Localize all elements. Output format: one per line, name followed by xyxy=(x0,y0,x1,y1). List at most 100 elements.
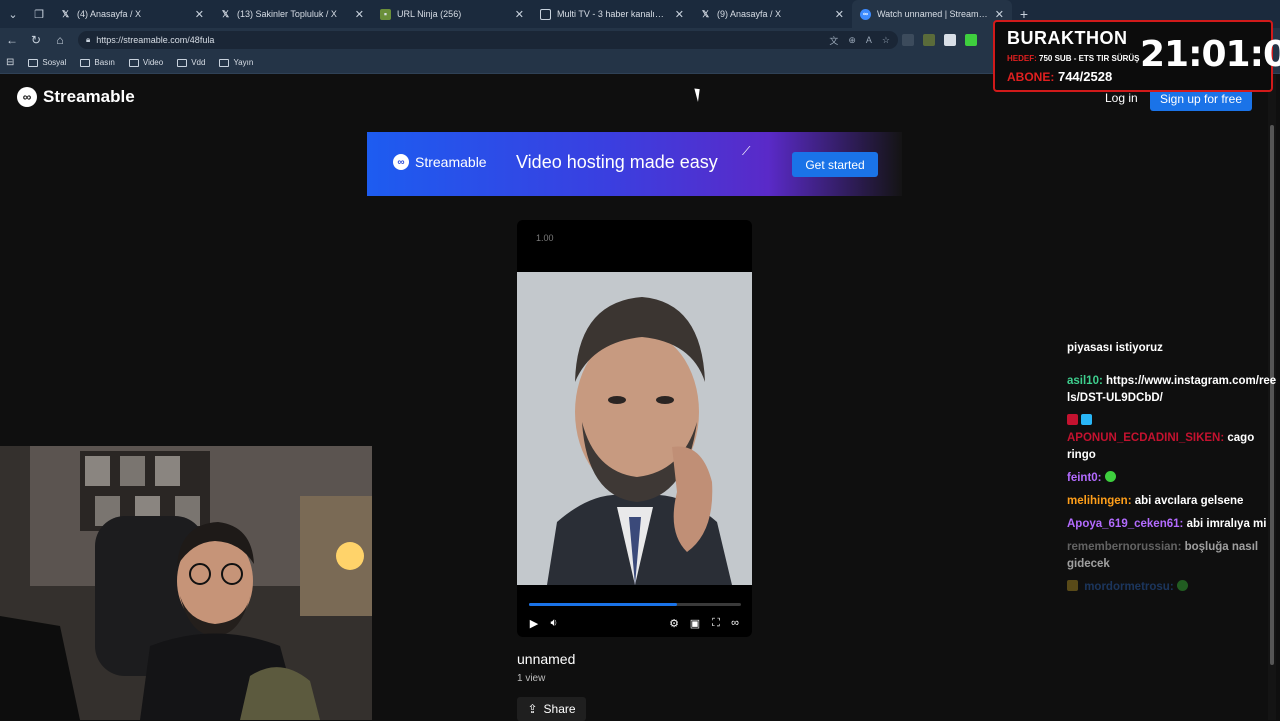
share-icon: ⇪ xyxy=(527,702,538,716)
play-icon[interactable]: ▶ xyxy=(527,616,541,630)
bookmark-folder[interactable]: Video xyxy=(128,58,163,67)
extension-icon[interactable] xyxy=(944,34,956,46)
streamable-logo-icon[interactable]: ∞ xyxy=(728,616,742,630)
webcam-feed xyxy=(0,446,372,720)
overlay-subs: ABONE: 744/2528 xyxy=(1007,69,1113,84)
folder-icon xyxy=(80,58,91,67)
video-title: unnamed xyxy=(517,651,576,667)
url-text: https://streamable.com/48fula xyxy=(96,35,215,45)
close-tab-icon[interactable]: ✕ xyxy=(835,8,844,21)
workspaces-icon[interactable]: ❐ xyxy=(26,0,52,28)
extensions-area xyxy=(902,34,977,46)
url-ninja-icon: ▪ xyxy=(380,8,391,20)
tab-list-chevron-icon[interactable]: ⌄ xyxy=(0,0,26,28)
back-icon[interactable]: ← xyxy=(0,28,24,52)
video-progress-bar[interactable] xyxy=(529,603,741,606)
extension-icon[interactable] xyxy=(902,34,914,46)
video-view-count: 1 view xyxy=(517,673,546,684)
emote-icon xyxy=(1104,471,1116,482)
multi-tv-icon xyxy=(540,8,551,20)
chat-message: feint0: xyxy=(1067,470,1277,487)
streamable-logo-icon: ∞ xyxy=(393,154,409,170)
volume-icon[interactable]: 🔉︎ xyxy=(547,616,561,630)
streamer-webcam xyxy=(0,446,372,720)
bookmark-folder[interactable]: Basın xyxy=(80,58,115,67)
reload-icon[interactable]: ↻ xyxy=(24,28,48,52)
sparkle-icon: ⟋ xyxy=(742,144,751,158)
streamable-logo[interactable]: ∞ Streamable xyxy=(17,87,135,107)
chat-text: abi imralıya mi xyxy=(1186,518,1267,530)
browser-tab[interactable]: ▪ URL Ninja (256) ✕ xyxy=(372,0,532,28)
emote-icon xyxy=(1176,580,1188,591)
chat-text: abi avcılara gelsene xyxy=(1134,495,1244,507)
subathon-overlay: BURAKTHON HEDEF: 750 SUB - ETS TIR SÜRÜŞ… xyxy=(993,20,1280,92)
playback-speed[interactable]: 1.00 xyxy=(536,233,554,243)
close-tab-icon[interactable]: ✕ xyxy=(675,8,684,21)
close-tab-icon[interactable]: ✕ xyxy=(995,8,1004,21)
streamable-icon: ∞ xyxy=(860,8,871,20)
settings-gear-icon[interactable]: ⚙ xyxy=(667,616,681,630)
favorite-star-icon[interactable]: ☆ xyxy=(882,35,890,46)
video-thumbnail xyxy=(517,272,752,585)
streamable-logo-icon: ∞ xyxy=(17,87,37,107)
overlay-title: BURAKTHON xyxy=(1007,28,1128,48)
video-progress-fill xyxy=(529,603,678,606)
chat-username: melihingen: xyxy=(1067,495,1132,507)
video-frame[interactable] xyxy=(517,272,752,585)
chat-message: asil10: https://www.instagram.com/reels/… xyxy=(1067,373,1277,407)
bookmark-folder[interactable]: Sosyal xyxy=(28,58,66,67)
chat-username: feint0: xyxy=(1067,472,1102,484)
home-icon[interactable]: ⌂ xyxy=(48,28,72,52)
close-tab-icon[interactable]: ✕ xyxy=(355,8,364,21)
bookmark-folder[interactable]: Yayın xyxy=(219,58,253,67)
chat-message: mordormetrosu: xyxy=(1067,579,1277,596)
stream-chat: piyasası istiyoruz asil10: https://www.i… xyxy=(1067,340,1277,602)
picture-in-picture-icon[interactable]: ▣ xyxy=(688,616,702,630)
fullscreen-icon[interactable]: ⛶ xyxy=(709,616,723,630)
close-tab-icon[interactable]: ✕ xyxy=(515,8,524,21)
chat-username: APONUN_ECDADINI_SIKEN: xyxy=(1067,432,1225,444)
browser-tab[interactable]: 𝕏 (9) Anasayfa / X ✕ xyxy=(692,0,852,28)
x-logo-icon: 𝕏 xyxy=(61,8,70,19)
lock-icon: 🔒︎ xyxy=(86,35,91,44)
overlay-timer: 21:01:01 xyxy=(1140,34,1280,75)
chat-message: melihingen: abi avcılara gelsene xyxy=(1067,493,1277,510)
translate-icon[interactable]: 文 xyxy=(829,34,838,47)
extension-icon[interactable] xyxy=(923,34,935,46)
read-aloud-icon[interactable]: A xyxy=(866,35,872,45)
browser-tab[interactable]: Multi TV - 3 haber kanalını aynı an ✕ xyxy=(532,0,692,28)
folder-icon xyxy=(219,58,230,67)
chat-message: Apoya_619_ceken61: abi imralıya mi xyxy=(1067,516,1277,533)
folder-icon xyxy=(28,58,39,67)
video-player[interactable]: 1.00 ▶ 🔉︎ ⚙ ▣ ⛶ ∞ xyxy=(517,220,752,637)
login-link[interactable]: Log in xyxy=(1105,91,1138,105)
bookmark-menu-icon[interactable]: ⊟ xyxy=(6,57,14,68)
x-logo-icon: 𝕏 xyxy=(701,8,710,19)
share-button[interactable]: ⇪ Share xyxy=(517,697,586,721)
chat-message: APONUN_ECDADINI_SIKEN: cago ringo xyxy=(1067,413,1277,464)
bookmark-folder[interactable]: Vdd xyxy=(177,58,205,67)
chat-username: remembernorussian: xyxy=(1067,541,1182,553)
badge-icon xyxy=(1081,414,1092,425)
chat-message: remembernorussian: boşluğa nasıl gidecek xyxy=(1067,539,1277,573)
close-tab-icon[interactable]: ✕ xyxy=(195,8,204,21)
zoom-icon[interactable]: ⊕ xyxy=(848,35,856,46)
browser-tab-active[interactable]: ∞ Watch unnamed | Streamable ✕ xyxy=(852,0,1012,28)
chat-message: piyasası istiyoruz xyxy=(1067,342,1163,354)
badge-icon xyxy=(1067,414,1078,425)
banner-logo: ∞ Streamable xyxy=(393,154,487,170)
banner-tagline: Video hosting made easy xyxy=(516,152,718,172)
get-started-button[interactable]: Get started xyxy=(792,152,878,177)
badge-icon xyxy=(1067,580,1078,591)
promo-banner[interactable]: ∞ Streamable Video hosting made easy ⟋ G… xyxy=(367,132,902,196)
overlay-goal: HEDEF: 750 SUB - ETS TIR SÜRÜŞ xyxy=(1007,54,1140,63)
folder-icon xyxy=(128,58,139,67)
browser-tab[interactable]: 𝕏 (4) Anasayfa / X ✕ xyxy=(52,0,212,28)
chat-username: asil10: xyxy=(1067,375,1103,387)
x-logo-icon: 𝕏 xyxy=(221,8,230,19)
chat-username: mordormetrosu: xyxy=(1084,581,1174,593)
address-bar[interactable]: 🔒︎ https://streamable.com/48fula 文 ⊕ A ☆ xyxy=(78,31,898,49)
chat-username: Apoya_619_ceken61: xyxy=(1067,518,1184,530)
browser-tab[interactable]: 𝕏 (13) Sakinler Topluluk / X ✕ xyxy=(212,0,372,28)
extension-icon[interactable] xyxy=(965,34,977,46)
